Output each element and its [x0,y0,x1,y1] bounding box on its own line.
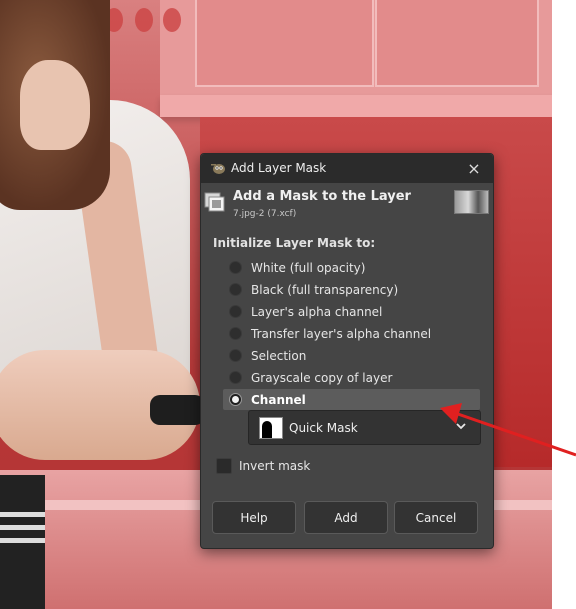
image-edge [552,0,576,609]
person-shorts [150,395,205,425]
help-button[interactable]: Help [212,501,296,534]
option-alpha-channel[interactable]: Layer's alpha channel [223,301,480,322]
close-icon[interactable]: × [463,158,485,180]
option-label: White (full opacity) [251,260,366,275]
dialog-header-subtitle: 7.jpg-2 (7.xcf) [233,209,297,219]
option-label: Black (full transparency) [251,282,399,297]
option-transfer-alpha[interactable]: Transfer layer's alpha channel [223,323,480,344]
option-label: Layer's alpha channel [251,304,383,319]
cabinet-door [195,0,374,87]
sock-stripe [0,512,45,517]
radio-button[interactable] [229,371,242,384]
option-label: Transfer layer's alpha channel [251,326,432,341]
radio-button[interactable] [229,283,242,296]
option-grayscale-copy[interactable]: Grayscale copy of layer [223,367,480,388]
radio-button[interactable] [229,327,242,340]
cabinet-shelf [160,95,576,117]
option-channel[interactable]: Channel [223,389,480,410]
add-button[interactable]: Add [304,501,388,534]
chevron-down-icon [456,423,466,430]
channel-select[interactable]: Quick Mask [248,410,481,445]
option-black[interactable]: Black (full transparency) [223,279,480,300]
gimp-logo-icon [211,164,225,174]
dialog-header-title: Add a Mask to the Layer [233,189,411,204]
checkbox[interactable] [216,458,232,474]
person-face [20,60,90,150]
layer-mask-icon [204,192,225,212]
option-white[interactable]: White (full opacity) [223,257,480,278]
cabinet-knob [135,8,153,32]
option-label: Channel [251,392,306,407]
dialog-titlebar[interactable]: Add Layer Mask × [201,154,493,183]
cabinet-door [375,0,539,87]
option-label: Grayscale copy of layer [251,370,393,385]
section-label: Initialize Layer Mask to: [213,236,376,250]
channel-select-value: Quick Mask [289,420,358,435]
invert-mask-label: Invert mask [239,459,311,473]
radio-button-selected[interactable] [229,393,242,406]
sock-stripe [0,538,45,543]
quick-mask-thumbnail-icon [259,416,283,439]
sock-stripe [0,525,45,530]
option-selection[interactable]: Selection [223,345,480,366]
option-label: Selection [251,348,307,363]
cancel-button[interactable]: Cancel [394,501,478,534]
dialog-title: Add Layer Mask [231,161,327,175]
layer-thumbnail [454,190,489,214]
add-layer-mask-dialog: Add Layer Mask × Add a Mask to the Layer… [200,153,494,549]
invert-mask-checkbox[interactable]: Invert mask [216,458,310,474]
radio-button[interactable] [229,305,242,318]
radio-button[interactable] [229,349,242,362]
cabinet-knob [163,8,181,32]
radio-button[interactable] [229,261,242,274]
